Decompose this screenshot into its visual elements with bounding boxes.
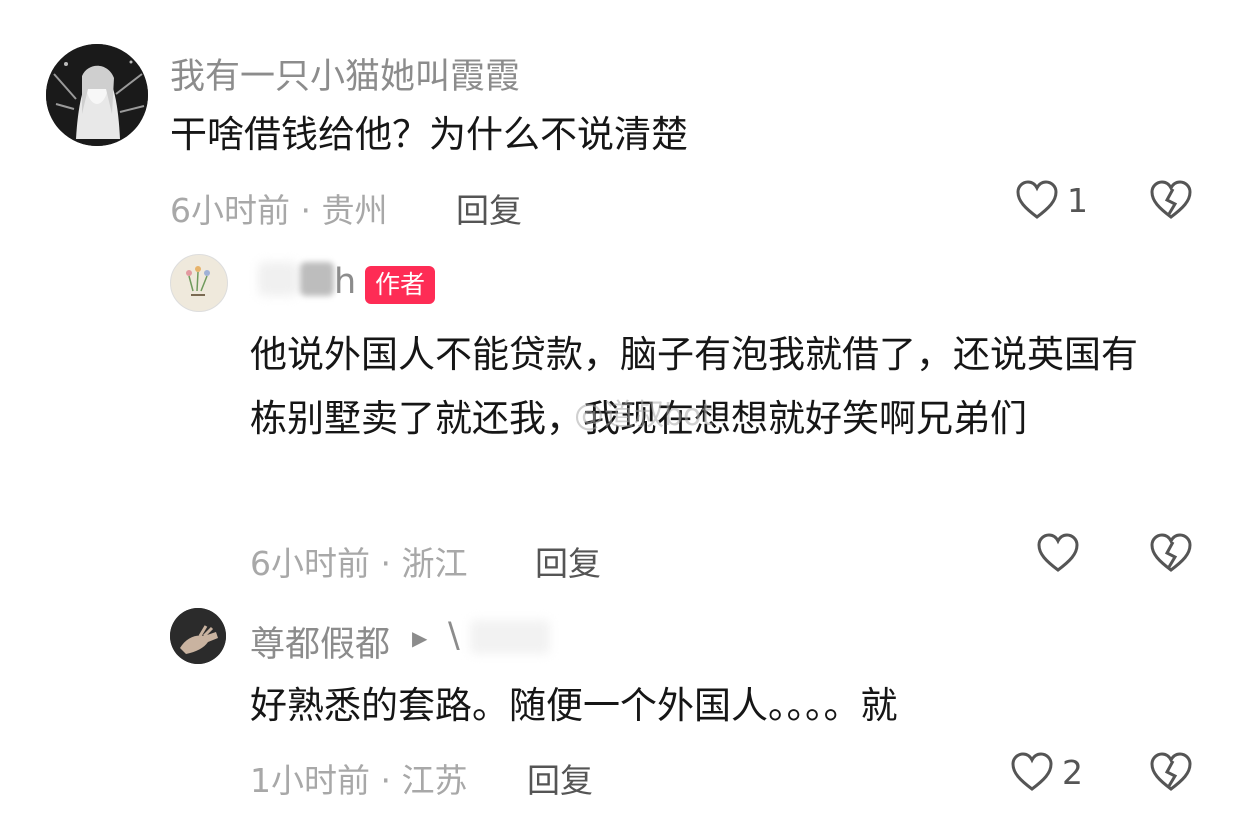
heart-icon <box>1011 752 1053 791</box>
username[interactable]: h <box>334 262 356 302</box>
avatar[interactable] <box>170 608 226 664</box>
separator: · <box>300 191 312 230</box>
heart-icon <box>1016 180 1058 219</box>
watermark: @道叔bot <box>574 398 714 433</box>
anime-girl-avatar-icon <box>46 44 148 146</box>
like-button[interactable]: 2 <box>1010 752 1083 792</box>
broken-heart-icon <box>1150 752 1192 791</box>
avatar[interactable] <box>46 44 148 146</box>
location: 浙江 <box>401 544 468 583</box>
reply-button[interactable]: 回复 <box>456 184 522 232</box>
author-badge: 作者 <box>365 266 436 304</box>
dislike-button[interactable] <box>1149 752 1193 796</box>
hand-photo-avatar-icon <box>170 608 226 664</box>
separator: · <box>380 544 392 583</box>
like-count: 2 <box>1062 752 1083 792</box>
broken-heart-icon <box>1150 180 1192 219</box>
meta-info: 1小时前 · 江苏 <box>250 754 468 802</box>
reply-target-blur <box>470 620 550 654</box>
meta-info: 6小时前 · 浙江 <box>250 537 468 585</box>
location: 贵州 <box>321 191 388 230</box>
reply-button[interactable]: 回复 <box>535 537 601 585</box>
dislike-button[interactable] <box>1149 533 1193 577</box>
dislike-button[interactable] <box>1149 180 1193 224</box>
flower-plate-avatar-icon <box>172 256 226 310</box>
meta-info: 6小时前 · 贵州 <box>170 184 388 232</box>
like-button[interactable]: 1 <box>1015 180 1088 220</box>
reply-arrow-icon: ▶ <box>412 626 428 650</box>
separator: · <box>380 761 392 800</box>
heart-icon <box>1037 533 1079 572</box>
like-count: 1 <box>1067 180 1088 220</box>
broken-heart-icon <box>1150 533 1192 572</box>
avatar[interactable] <box>170 254 228 312</box>
time: 6小时前 <box>170 191 290 230</box>
reply-target-username[interactable]: \ <box>448 616 460 656</box>
reply-button[interactable]: 回复 <box>527 754 593 802</box>
username-blur <box>258 262 298 296</box>
time: 1小时前 <box>250 761 370 800</box>
time: 6小时前 <box>250 544 370 583</box>
like-button[interactable] <box>1036 533 1088 573</box>
comment-text: 好熟悉的套路。随便一个外国人。。。。就 <box>250 684 898 727</box>
username[interactable]: 尊都假都 <box>250 616 390 667</box>
comment-text: 干啥借钱给他？为什么不说清楚 <box>170 113 688 156</box>
username-blur <box>300 262 334 296</box>
location: 江苏 <box>401 761 468 800</box>
username[interactable]: 我有一只小猫她叫霞霞 <box>170 48 520 99</box>
